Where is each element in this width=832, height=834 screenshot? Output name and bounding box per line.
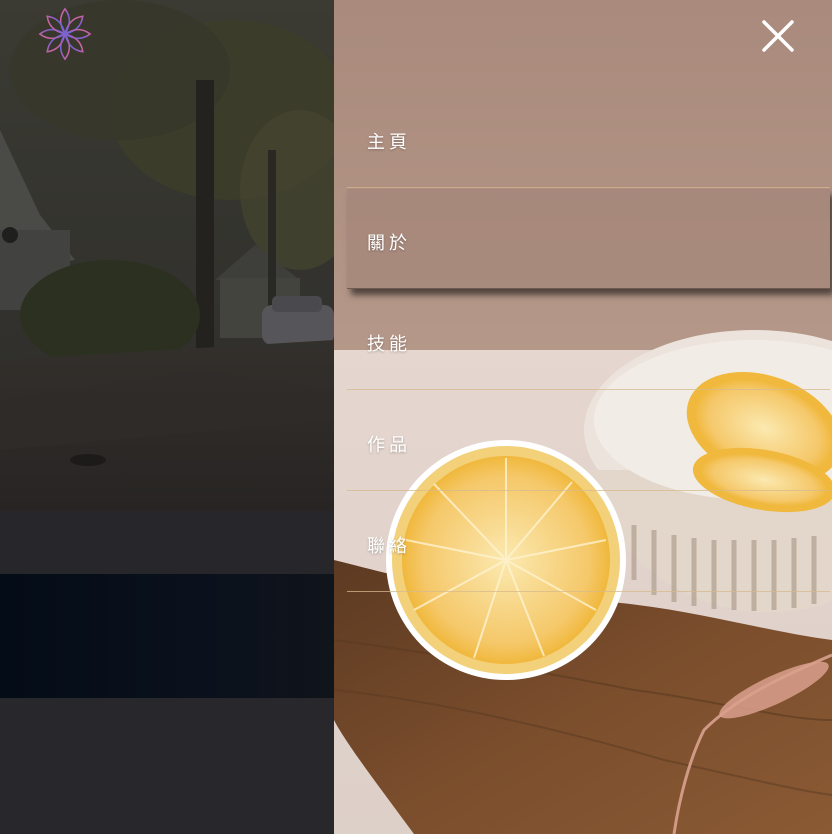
page: 主頁 關於 技能 作品 聯絡 [0, 0, 832, 834]
hero-street-photo [0, 0, 334, 511]
page-section-band [0, 511, 334, 574]
nav-item-label: 主頁 [367, 132, 411, 153]
nav-item-label: 作品 [367, 435, 411, 456]
nav-item-portfolio[interactable]: 作品 [347, 391, 830, 491]
page-section-band [0, 698, 334, 834]
background-page [0, 0, 334, 834]
lotus-flower-logo-icon[interactable] [36, 5, 94, 63]
page-dark-section [0, 574, 334, 698]
nav-item-skills[interactable]: 技能 [347, 290, 830, 390]
nav-item-label: 聯絡 [367, 536, 411, 557]
navigation-menu-panel: 主頁 關於 技能 作品 聯絡 [334, 0, 832, 834]
nav-item-label: 關於 [367, 233, 411, 254]
nav-item-about[interactable]: 關於 [347, 189, 830, 289]
nav-item-contact[interactable]: 聯絡 [347, 492, 830, 592]
nav-menu-list: 主頁 關於 技能 作品 聯絡 [347, 88, 830, 592]
close-icon[interactable] [760, 18, 796, 54]
nav-item-home[interactable]: 主頁 [347, 88, 830, 188]
nav-item-label: 技能 [367, 334, 411, 355]
